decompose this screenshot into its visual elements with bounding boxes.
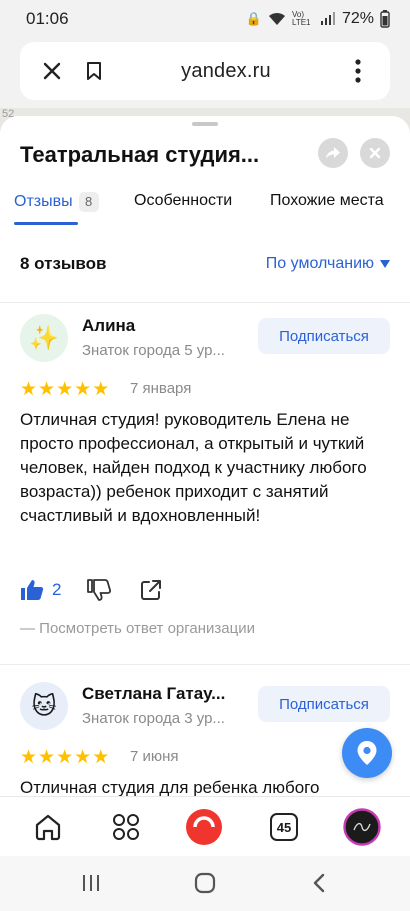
share-review-button[interactable] xyxy=(137,576,165,604)
more-vertical-icon[interactable] xyxy=(344,57,372,85)
star-icon: ★ xyxy=(56,747,74,768)
reviewer-name[interactable]: Светлана Гатау... xyxy=(82,684,225,704)
reviewer-name[interactable]: Алина xyxy=(82,316,135,336)
reviews-header: 8 отзывов По умолчанию xyxy=(20,254,390,274)
sort-label: По умолчанию xyxy=(265,255,374,272)
star-icon: ★ xyxy=(74,747,92,768)
network-label: Vo) LTE1 xyxy=(291,10,311,27)
tabs-count: 45 xyxy=(270,813,298,841)
reviewer-level: Знаток города 3 ур... xyxy=(82,710,225,727)
bottom-nav: 45 xyxy=(0,796,410,856)
thumbs-down-icon xyxy=(87,579,112,601)
url-text[interactable]: yandex.ru xyxy=(108,60,344,83)
wifi-icon xyxy=(268,12,285,25)
system-nav-bar xyxy=(0,856,410,911)
share-button[interactable] xyxy=(318,138,348,168)
review-card: ✨ Алина Знаток города 5 ур... Подписатьс… xyxy=(0,314,410,654)
tab-features[interactable]: Особенности xyxy=(134,192,232,210)
home-button-icon[interactable] xyxy=(190,870,220,896)
star-icon: ★ xyxy=(92,379,110,400)
services-grid-icon[interactable] xyxy=(106,807,146,847)
place-card-sheet: Театральная студия... Отзывы 8 Особенност… xyxy=(0,116,410,796)
close-card-button[interactable] xyxy=(360,138,390,168)
star-icon: ★ xyxy=(20,747,38,768)
star-icon: ★ xyxy=(74,379,92,400)
rating-stars: ★ ★ ★ ★ ★ xyxy=(20,380,109,400)
review-date: 7 июня xyxy=(130,748,179,765)
star-icon: ★ xyxy=(20,379,38,400)
external-link-icon xyxy=(141,580,162,600)
recent-apps-icon[interactable] xyxy=(76,870,106,896)
share-icon xyxy=(326,147,340,159)
dislike-button[interactable] xyxy=(85,576,113,604)
star-icon: ★ xyxy=(38,379,56,400)
tab-reviews[interactable]: Отзывы 8 xyxy=(14,192,99,212)
subscribe-button[interactable]: Подписаться xyxy=(258,318,390,354)
browser-bar: yandex.ru xyxy=(0,38,410,108)
divider xyxy=(0,664,410,665)
view-org-reply-link[interactable]: — Посмотреть ответ организации xyxy=(20,620,255,637)
close-icon xyxy=(369,147,381,159)
tab-reviews-label: Отзывы xyxy=(14,193,73,210)
map-pin-icon xyxy=(357,741,377,765)
review-date: 7 января xyxy=(130,380,192,397)
subscribe-button[interactable]: Подписаться xyxy=(258,686,390,722)
alice-assistant-icon[interactable] xyxy=(184,807,224,847)
home-icon[interactable] xyxy=(28,807,68,847)
like-button[interactable]: 2 xyxy=(20,579,61,601)
status-indicators: 🔒 Vo) LTE1 72% xyxy=(246,10,390,28)
address-bar[interactable]: yandex.ru xyxy=(20,42,390,100)
close-icon[interactable] xyxy=(38,57,66,85)
battery-icon xyxy=(380,10,390,28)
status-time: 01:06 xyxy=(26,9,69,28)
review-actions: 2 xyxy=(20,576,165,604)
divider xyxy=(0,302,410,303)
reviews-count: 8 отзывов xyxy=(20,254,107,273)
profile-avatar[interactable] xyxy=(342,807,382,847)
star-icon: ★ xyxy=(92,747,110,768)
review-text: Отличная студия! руководитель Елена не п… xyxy=(20,410,367,525)
reviewer-level: Знаток города 5 ур... xyxy=(82,342,225,359)
active-tab-indicator xyxy=(14,222,78,225)
tab-reviews-badge: 8 xyxy=(78,192,99,212)
sort-dropdown[interactable]: По умолчанию xyxy=(266,255,390,273)
tabs-counter[interactable]: 45 xyxy=(264,807,304,847)
star-icon: ★ xyxy=(56,379,74,400)
review-text: Отличная студия для ребенка любого xyxy=(20,778,320,796)
status-bar: 01:06 🔒 Vo) LTE1 72% xyxy=(0,0,410,38)
place-title: Театральная студия... xyxy=(20,142,260,167)
rating-stars: ★ ★ ★ ★ ★ xyxy=(20,748,109,768)
caret-down-icon xyxy=(380,260,390,268)
bookmark-icon[interactable] xyxy=(80,57,108,85)
star-icon: ★ xyxy=(38,747,56,768)
sparkles-icon[interactable]: ✨ xyxy=(20,314,68,362)
tab-bar: Отзывы 8 Особенности Похожие места xyxy=(0,186,410,226)
lock-icon: 🔒 xyxy=(245,11,262,26)
location-fab[interactable] xyxy=(342,728,392,778)
battery-percent: 72% xyxy=(341,10,374,27)
tab-similar-places[interactable]: Похожие места xyxy=(270,192,384,210)
thumbs-up-icon xyxy=(21,580,44,600)
sheet-grabber[interactable] xyxy=(192,122,218,126)
signal-icon xyxy=(320,12,335,25)
back-icon[interactable] xyxy=(304,870,334,896)
like-count: 2 xyxy=(52,580,62,599)
cat-icon[interactable]: 🐱 xyxy=(20,682,68,730)
